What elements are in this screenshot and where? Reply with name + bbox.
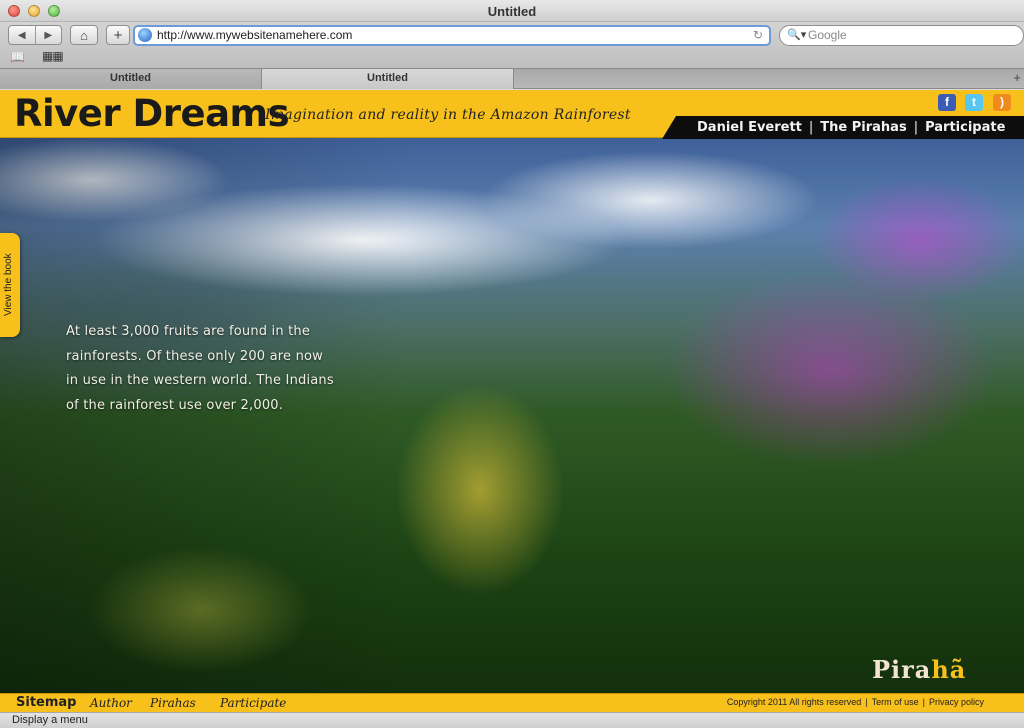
bookmarks-book-icon[interactable]: 📖 xyxy=(10,50,25,64)
privacy-policy-link[interactable]: Privacy policy xyxy=(929,697,984,707)
home-button[interactable]: ⌂ xyxy=(70,25,98,45)
nav-link-the-pirahas[interactable]: The Pirahas xyxy=(820,120,906,135)
site-footer: Sitemap Author Pirahas Participate Copyr… xyxy=(0,693,1024,712)
forward-arrow-icon: ▶ xyxy=(44,29,53,41)
footer-legal: Copyright 2011 All rights reserved | Term … xyxy=(727,697,984,707)
history-buttons: ◀ ▶ xyxy=(8,25,62,45)
nav-separator: | xyxy=(913,120,919,135)
add-bookmark-button[interactable]: + xyxy=(106,25,130,45)
footer-separator: | xyxy=(922,697,925,707)
back-arrow-icon: ◀ xyxy=(17,29,26,41)
search-icon: 🔍▾ xyxy=(787,29,807,41)
twitter-icon[interactable]: t xyxy=(965,94,983,111)
back-button[interactable]: ◀ xyxy=(9,26,35,44)
top-sites-grid-icon[interactable]: ▦▦ xyxy=(42,49,64,63)
terms-of-use-link[interactable]: Term of use xyxy=(872,697,919,707)
footer-participate-link[interactable]: Participate xyxy=(220,696,286,710)
browser-toolbar: ◀ ▶ ⌂ + http://www.mywebsitenamehere.com… xyxy=(0,22,1024,68)
site-tagline: Imagination and reality in the Amazon Ra… xyxy=(265,107,631,123)
home-icon: ⌂ xyxy=(80,27,88,43)
search-placeholder: Google xyxy=(808,28,847,42)
logo-main: Pira xyxy=(872,655,932,684)
forward-button[interactable]: ▶ xyxy=(34,26,62,44)
tab-untitled-1[interactable]: Untitled xyxy=(0,69,262,89)
tab-untitled-2[interactable]: Untitled xyxy=(262,69,514,89)
nav-link-daniel-everett[interactable]: Daniel Everett xyxy=(697,120,802,135)
nav-link-participate[interactable]: Participate xyxy=(925,120,1005,135)
logo-accent: hã xyxy=(931,655,967,684)
rainforest-fact-text: At least 3,000 fruits are found in the r… xyxy=(66,324,334,413)
footer-author-link[interactable]: Author xyxy=(90,696,132,710)
new-tab-icon[interactable]: + xyxy=(1013,70,1021,85)
plus-icon: + xyxy=(113,26,123,44)
main-nav: Daniel Everett | The Pirahas | Participate xyxy=(697,120,1005,135)
nav-separator: | xyxy=(808,120,814,135)
url-text: http://www.mywebsitenamehere.com xyxy=(157,28,353,42)
tab-bar: Untitled Untitled + xyxy=(0,68,1024,89)
facebook-icon[interactable]: f xyxy=(938,94,956,111)
rss-icon[interactable]: ) xyxy=(993,94,1011,111)
site-title[interactable]: River Dreams xyxy=(14,92,290,135)
footer-pirahas-link[interactable]: Pirahas xyxy=(150,696,196,710)
window-title: Untitled xyxy=(487,4,537,19)
globe-icon xyxy=(138,28,152,42)
view-the-book-tab[interactable]: View the book xyxy=(0,233,20,337)
window-titlebar: Untitled xyxy=(0,0,1024,22)
reload-icon[interactable]: ↻ xyxy=(753,27,763,44)
footer-separator: | xyxy=(865,697,868,707)
url-input[interactable]: http://www.mywebsitenamehere.com ↻ xyxy=(133,25,771,46)
search-input[interactable]: 🔍▾ Google xyxy=(779,25,1024,46)
web-page: River Dreams Imagination and reality in … xyxy=(0,90,1024,712)
piraha-logo: Pirahã xyxy=(872,655,966,684)
status-bar: Display a menu xyxy=(0,712,1024,728)
copyright-text: Copyright 2011 All rights reserved xyxy=(726,697,862,707)
view-the-book-label: View the book xyxy=(3,253,14,317)
footer-sitemap-link[interactable]: Sitemap xyxy=(16,695,76,710)
